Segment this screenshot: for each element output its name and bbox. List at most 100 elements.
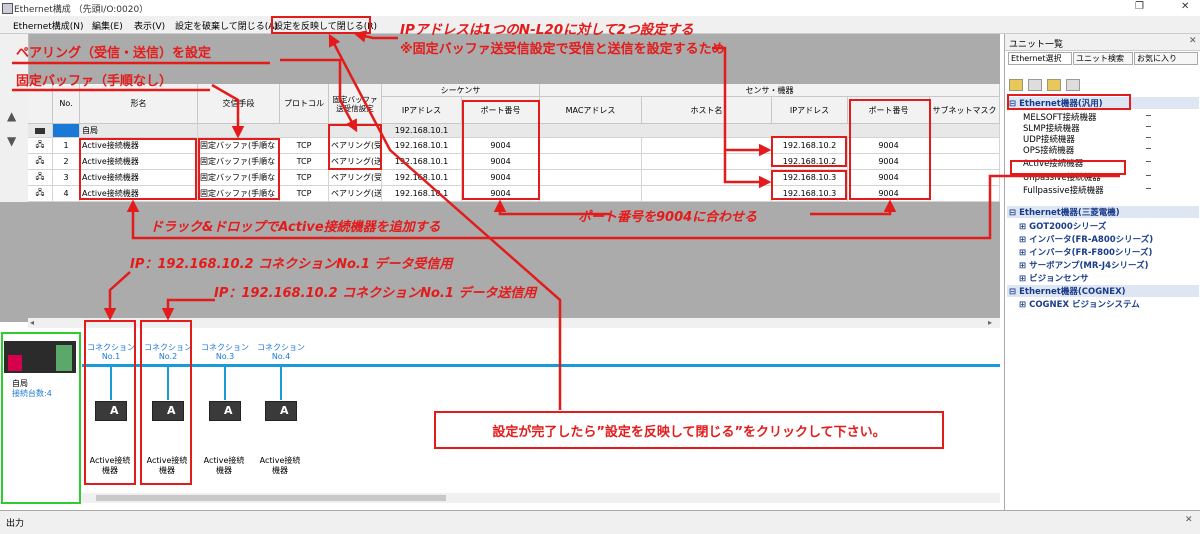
device-row-icon: 🖧 bbox=[28, 154, 53, 170]
unit-value: − bbox=[1145, 122, 1152, 131]
header-no: No. bbox=[53, 84, 80, 124]
self-icon bbox=[28, 124, 53, 138]
row-mac[interactable] bbox=[540, 138, 642, 154]
row-seq-ip[interactable]: 192.168.10.1 bbox=[382, 154, 462, 170]
self-no-cell bbox=[53, 124, 80, 138]
title-bar: Ethernet構成 （先頭I/O:0020） ❐ ✕ bbox=[0, 0, 1200, 16]
row-host[interactable] bbox=[642, 154, 772, 170]
highlight-comm-column bbox=[198, 138, 280, 200]
unit-group[interactable]: ⊞ サーボアンプ(MR-J4シリーズ) bbox=[1019, 259, 1148, 271]
app-icon bbox=[2, 3, 13, 14]
category-cognex[interactable]: ⊟ Ethernet機器(COGNEX) bbox=[1007, 285, 1199, 297]
tab-ethernet-select[interactable]: Ethernet選択 bbox=[1008, 52, 1072, 65]
scroll-right-icon[interactable]: ▸ bbox=[988, 318, 992, 327]
close-icon[interactable]: ✕ bbox=[1181, 1, 1189, 12]
row-protocol[interactable]: TCP bbox=[280, 170, 329, 186]
sort-alpha-icon[interactable] bbox=[1027, 79, 1042, 91]
header-subnet: サブネットマスク bbox=[930, 97, 1000, 124]
menu-edit[interactable]: 編集(E) bbox=[92, 19, 123, 32]
annotation-conn2: IP：192.168.10.2 コネクションNo.1 データ送信用 bbox=[214, 286, 537, 301]
unit-group[interactable]: ⊞ GOT2000シリーズ bbox=[1019, 220, 1106, 232]
row-subnet[interactable] bbox=[930, 154, 1000, 170]
highlight-connection-2 bbox=[140, 320, 192, 485]
row-protocol[interactable]: TCP bbox=[280, 138, 329, 154]
header-host: ホスト名 bbox=[642, 97, 772, 124]
highlight-model-column bbox=[79, 138, 197, 200]
highlight-seq-port-column bbox=[462, 100, 540, 200]
row-fixed-buffer[interactable]: ペアリング(受 bbox=[329, 170, 382, 186]
highlight-ip-10-2 bbox=[771, 136, 847, 167]
active-device-icon[interactable]: A bbox=[265, 401, 297, 421]
row-protocol[interactable]: TCP bbox=[280, 186, 329, 202]
connection-no: No.4 bbox=[271, 352, 291, 361]
menu-view[interactable]: 表示(V) bbox=[134, 19, 165, 32]
connection-3[interactable]: コネクション No.3 bbox=[200, 343, 250, 361]
row-protocol[interactable]: TCP bbox=[280, 154, 329, 170]
output-close-icon[interactable]: ✕ bbox=[1185, 515, 1193, 525]
row-subnet[interactable] bbox=[930, 138, 1000, 154]
scroll-left-icon[interactable]: ◂ bbox=[30, 318, 34, 327]
header-blank bbox=[28, 84, 53, 124]
header-mac: MACアドレス bbox=[540, 97, 642, 124]
connection-label: コネクション bbox=[201, 343, 249, 352]
row-host[interactable] bbox=[642, 170, 772, 186]
tab-unit-search[interactable]: ユニット検索 bbox=[1073, 52, 1133, 65]
row-host[interactable] bbox=[642, 138, 772, 154]
restore-icon[interactable]: ❐ bbox=[1135, 1, 1144, 12]
highlight-active-item bbox=[1010, 160, 1126, 175]
highlight-connection-1 bbox=[84, 320, 136, 485]
move-down-icon[interactable]: ▼ bbox=[7, 134, 16, 148]
header-comm: 交信手段 bbox=[198, 84, 280, 124]
header-model: 形名 bbox=[80, 84, 198, 124]
folder-icon[interactable] bbox=[1046, 79, 1061, 91]
row-subnet[interactable] bbox=[930, 170, 1000, 186]
self-model-cell: 自局 bbox=[80, 124, 198, 138]
move-up-icon[interactable]: ▲ bbox=[7, 109, 16, 123]
row-seq-ip[interactable]: 192.168.10.1 bbox=[382, 138, 462, 154]
unit-group[interactable]: ⊞ インバータ(FR-F800シリーズ) bbox=[1019, 246, 1152, 258]
header-sen-ip: IPアドレス bbox=[772, 97, 848, 124]
unit-value: − bbox=[1145, 133, 1152, 142]
unit-item[interactable]: OPS接続機器 bbox=[1023, 144, 1074, 156]
header-fixed-buffer: 固定バッファ送受信設定 bbox=[329, 84, 382, 124]
unit-group[interactable]: ⊞ インバータ(FR-A800シリーズ) bbox=[1019, 233, 1153, 245]
self-seq-ip-cell: 192.168.10.1 bbox=[382, 124, 462, 138]
tab-favorites[interactable]: お気に入り bbox=[1134, 52, 1198, 65]
expand-icon[interactable] bbox=[1065, 79, 1080, 91]
row-host[interactable] bbox=[642, 186, 772, 202]
row-seq-ip[interactable]: 192.168.10.1 bbox=[382, 186, 462, 202]
highlight-general-category bbox=[1007, 94, 1131, 110]
panel-close-icon[interactable]: ✕ bbox=[1189, 36, 1197, 46]
row-subnet[interactable] bbox=[930, 186, 1000, 202]
unit-group[interactable]: ⊞ COGNEX ビジョンシステム bbox=[1019, 298, 1140, 310]
category-mitsubishi[interactable]: ⊟ Ethernet機器(三菱電機) bbox=[1007, 206, 1199, 218]
active-device-icon[interactable]: A bbox=[209, 401, 241, 421]
drop-line bbox=[280, 366, 282, 400]
scroll-thumb[interactable] bbox=[96, 495, 446, 501]
annotation-pairing: ペアリング（受信・送信）を設定 bbox=[16, 46, 212, 61]
annotation-port-match: ポート番号を9004に合わせる bbox=[578, 210, 758, 225]
drop-line bbox=[224, 366, 226, 400]
unit-group[interactable]: ⊞ ビジョンセンサ bbox=[1019, 272, 1089, 284]
row-no: 3 bbox=[53, 170, 80, 186]
unit-value: − bbox=[1145, 144, 1152, 153]
annotation-fixed-buffer: 固定バッファ（手順なし） bbox=[16, 74, 173, 89]
connection-4[interactable]: コネクション No.4 bbox=[256, 343, 306, 361]
sort-icon[interactable] bbox=[1009, 79, 1023, 91]
connection-no: No.3 bbox=[215, 352, 235, 361]
connection-horizontal-scrollbar[interactable] bbox=[82, 493, 1000, 503]
row-mac[interactable] bbox=[540, 186, 642, 202]
unit-value: − bbox=[1145, 157, 1152, 166]
network-line bbox=[82, 364, 1000, 367]
menu-ethernet[interactable]: Ethernet構成(N) bbox=[13, 19, 84, 32]
row-seq-ip[interactable]: 192.168.10.1 bbox=[382, 170, 462, 186]
device-row-icon: 🖧 bbox=[28, 186, 53, 202]
unit-value: − bbox=[1145, 171, 1152, 180]
unit-item[interactable]: Fullpassive接続機器 bbox=[1023, 184, 1104, 196]
row-fixed-buffer[interactable]: ペアリング(送 bbox=[329, 186, 382, 202]
menu-discard-close[interactable]: 設定を破棄して閉じる(A) bbox=[175, 19, 278, 32]
row-mac[interactable] bbox=[540, 170, 642, 186]
highlight-station bbox=[1, 332, 81, 504]
row-mac[interactable] bbox=[540, 154, 642, 170]
unit-value: − bbox=[1145, 111, 1152, 120]
